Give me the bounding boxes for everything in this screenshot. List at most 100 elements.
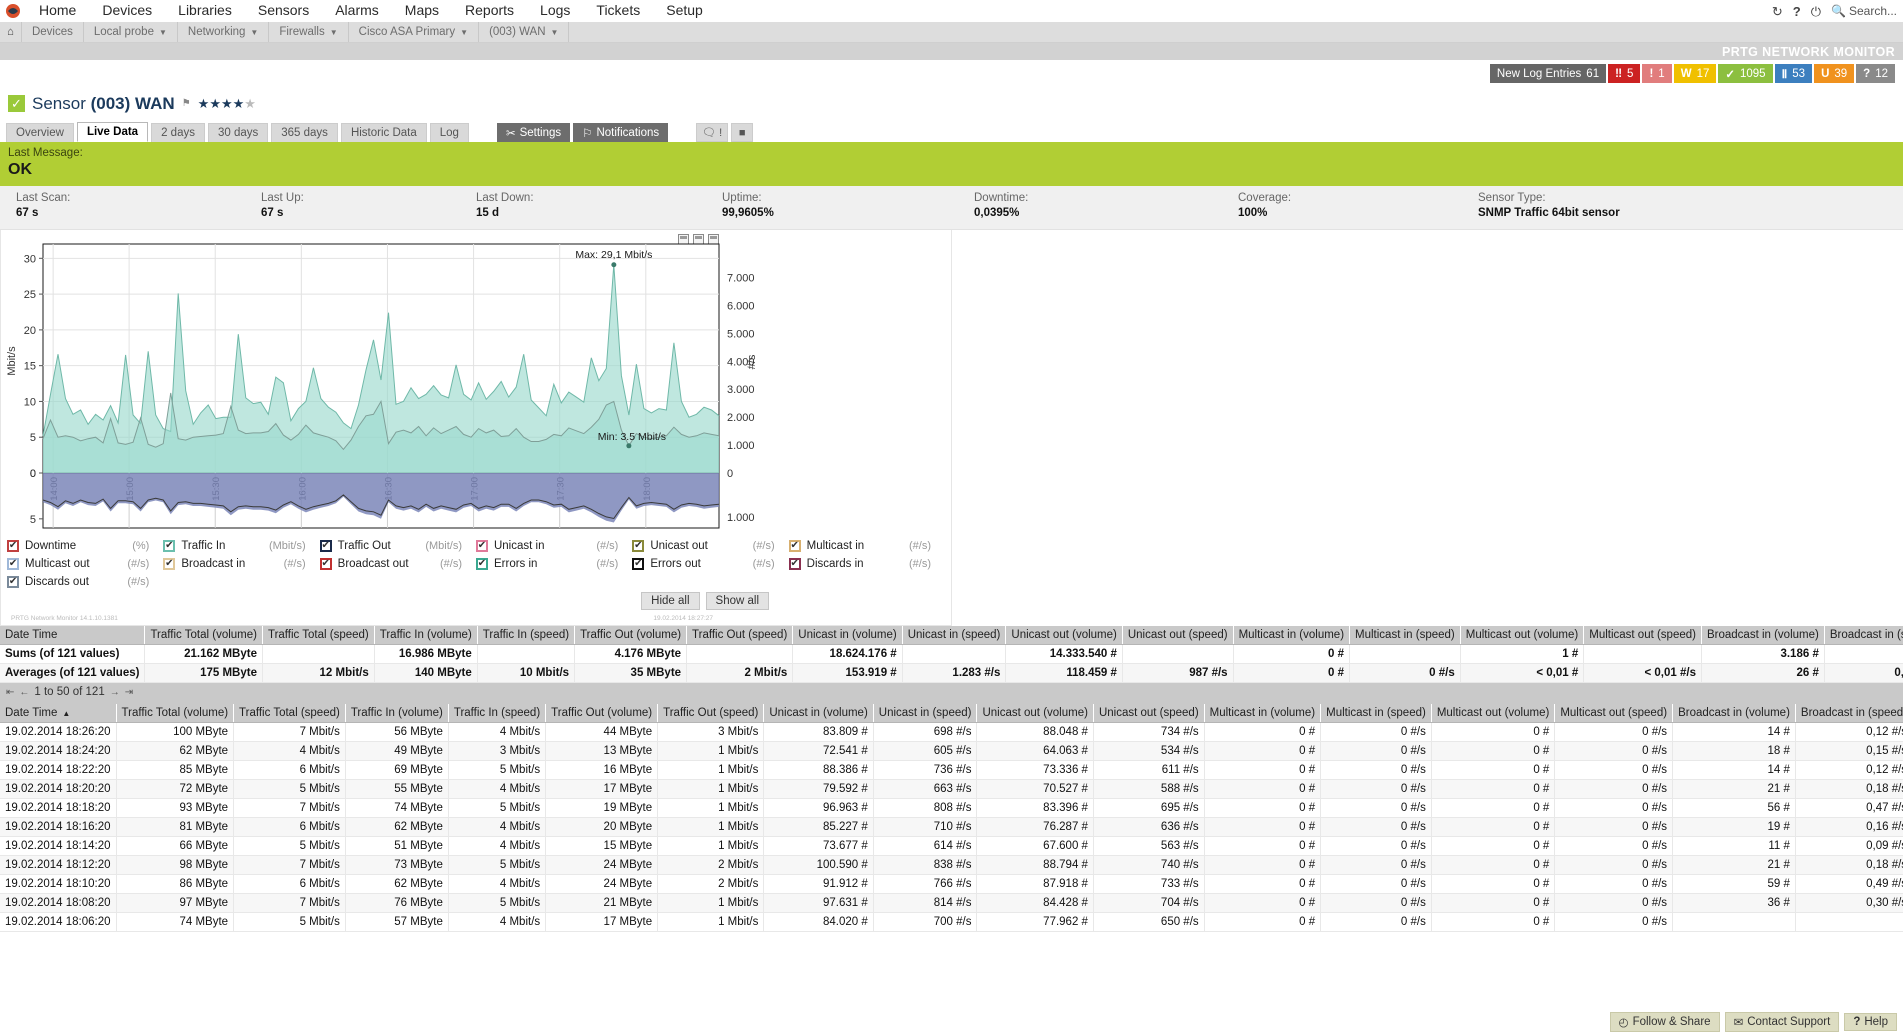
tab-log[interactable]: Log xyxy=(430,123,469,142)
column-header-10[interactable]: Unicast out (speed) xyxy=(1122,626,1233,645)
legend-item-errors-in[interactable]: ✔Errors in(#/s) xyxy=(476,558,632,570)
comment-button[interactable]: 🗨 ! xyxy=(696,123,728,142)
status-badge-paused[interactable]: Ⅱ53 xyxy=(1775,64,1812,83)
column-header-6[interactable]: Traffic Out (speed) xyxy=(658,704,764,723)
column-header-4[interactable]: Traffic In (speed) xyxy=(477,626,574,645)
legend-checkbox[interactable]: ✔ xyxy=(476,558,488,570)
table-row[interactable]: 19.02.2014 18:26:20100 MByte7 Mbit/s56 M… xyxy=(0,723,1903,742)
tab-2-days[interactable]: 2 days xyxy=(151,123,205,142)
legend-checkbox[interactable]: ✔ xyxy=(163,558,175,570)
table-row[interactable]: 19.02.2014 18:16:2081 MByte6 Mbit/s62 MB… xyxy=(0,818,1903,837)
footer-button-help[interactable]: ?Help xyxy=(1844,1013,1897,1031)
legend-item-multicast-out[interactable]: ✔Multicast out(#/s) xyxy=(7,558,163,570)
table-row[interactable]: Averages (of 121 values)175 MByte12 Mbit… xyxy=(0,664,1903,683)
prtg-logo-icon[interactable] xyxy=(0,0,26,22)
column-header-10[interactable]: Unicast out (speed) xyxy=(1093,704,1204,723)
last-page-button[interactable]: ⇥ xyxy=(125,687,133,698)
topnav-item-logs[interactable]: Logs xyxy=(527,0,583,21)
legend-checkbox[interactable]: ✔ xyxy=(7,558,19,570)
footer-button-follow-share[interactable]: ◴Follow & Share xyxy=(1610,1012,1720,1032)
column-header-9[interactable]: Unicast out (volume) xyxy=(977,704,1093,723)
tab-overview[interactable]: Overview xyxy=(6,123,74,142)
column-header-15[interactable]: Broadcast in (volume) xyxy=(1673,704,1796,723)
column-header-12[interactable]: Multicast in (speed) xyxy=(1321,704,1432,723)
column-header-11[interactable]: Multicast in (volume) xyxy=(1233,626,1349,645)
topnav-item-tickets[interactable]: Tickets xyxy=(583,0,653,21)
legend-checkbox[interactable]: ✔ xyxy=(476,540,488,552)
topnav-item-libraries[interactable]: Libraries xyxy=(165,0,245,21)
column-header-0[interactable]: Date Time xyxy=(0,626,145,645)
table-row[interactable]: 19.02.2014 18:12:2098 MByte7 Mbit/s73 MB… xyxy=(0,856,1903,875)
legend-checkbox[interactable]: ✔ xyxy=(7,540,19,552)
column-header-5[interactable]: Traffic Out (volume) xyxy=(575,626,687,645)
table-row[interactable]: 19.02.2014 18:22:2085 MByte6 Mbit/s69 MB… xyxy=(0,761,1903,780)
legend-checkbox[interactable]: ✔ xyxy=(789,558,801,570)
column-header-3[interactable]: Traffic In (volume) xyxy=(345,704,448,723)
column-header-3[interactable]: Traffic In (volume) xyxy=(374,626,477,645)
column-header-5[interactable]: Traffic Out (volume) xyxy=(546,704,658,723)
column-header-14[interactable]: Multicast out (speed) xyxy=(1584,626,1702,645)
status-badge-new-log-entries[interactable]: New Log Entries61 xyxy=(1490,64,1606,83)
hide-all-button[interactable]: Hide all xyxy=(641,592,699,610)
tab-30-days[interactable]: 30 days xyxy=(208,123,268,142)
power-icon[interactable]: ⏻ xyxy=(1811,5,1821,18)
topnav-item-maps[interactable]: Maps xyxy=(392,0,452,21)
star-icon-3[interactable]: ★ xyxy=(221,96,233,111)
column-header-16[interactable]: Broadcast in (speed) xyxy=(1824,626,1903,645)
status-badge-unknown[interactable]: ?12 xyxy=(1856,64,1895,83)
column-header-16[interactable]: Broadcast in (speed) xyxy=(1795,704,1903,723)
breadcrumb-item-5[interactable]: (003) WAN▼ xyxy=(479,22,569,42)
legend-item-downtime[interactable]: ✔Downtime(%) xyxy=(7,540,163,552)
breadcrumb-item-1[interactable]: Local probe▼ xyxy=(84,22,178,42)
breadcrumb-item-4[interactable]: Cisco ASA Primary▼ xyxy=(349,22,479,42)
tab-365-days[interactable]: 365 days xyxy=(271,123,338,142)
footer-button-contact-support[interactable]: ✉Contact Support xyxy=(1725,1012,1840,1032)
column-header-1[interactable]: Traffic Total (volume) xyxy=(145,626,263,645)
priority-stars[interactable]: ★★★★★ xyxy=(198,96,256,112)
refresh-icon[interactable]: ↻ xyxy=(1772,5,1783,18)
column-header-4[interactable]: Traffic In (speed) xyxy=(448,704,545,723)
topnav-item-reports[interactable]: Reports xyxy=(452,0,527,21)
column-header-9[interactable]: Unicast out (volume) xyxy=(1006,626,1122,645)
star-icon-1[interactable]: ★ xyxy=(198,96,210,111)
tab-notifications[interactable]: ⚐ Notifications xyxy=(573,123,668,142)
star-icon-5[interactable]: ★ xyxy=(244,96,256,111)
legend-checkbox[interactable]: ✔ xyxy=(163,540,175,552)
column-header-6[interactable]: Traffic Out (speed) xyxy=(687,626,793,645)
column-header-15[interactable]: Broadcast in (volume) xyxy=(1701,626,1824,645)
help-icon[interactable]: ? xyxy=(1793,5,1801,18)
column-header-14[interactable]: Multicast out (speed) xyxy=(1555,704,1673,723)
legend-item-unicast-in[interactable]: ✔Unicast in(#/s) xyxy=(476,540,632,552)
legend-checkbox[interactable]: ✔ xyxy=(789,540,801,552)
column-header-1[interactable]: Traffic Total (volume) xyxy=(116,704,234,723)
table-row[interactable]: 19.02.2014 18:10:2086 MByte6 Mbit/s62 MB… xyxy=(0,875,1903,894)
column-header-7[interactable]: Unicast in (volume) xyxy=(764,704,873,723)
legend-item-errors-out[interactable]: ✔Errors out(#/s) xyxy=(632,558,788,570)
legend-checkbox[interactable]: ✔ xyxy=(632,540,644,552)
table-row[interactable]: 19.02.2014 18:18:2093 MByte7 Mbit/s74 MB… xyxy=(0,799,1903,818)
column-header-12[interactable]: Multicast in (speed) xyxy=(1350,626,1461,645)
status-badge-unusual[interactable]: U39 xyxy=(1814,64,1854,83)
column-header-8[interactable]: Unicast in (speed) xyxy=(902,626,1006,645)
column-header-11[interactable]: Multicast in (volume) xyxy=(1204,704,1320,723)
legend-item-broadcast-in[interactable]: ✔Broadcast in(#/s) xyxy=(163,558,319,570)
status-badge-down-acknowledged[interactable]: !1 xyxy=(1642,64,1671,83)
legend-item-broadcast-out[interactable]: ✔Broadcast out(#/s) xyxy=(320,558,476,570)
show-all-button[interactable]: Show all xyxy=(706,592,769,610)
column-header-0[interactable]: Date Time▲ xyxy=(0,704,116,723)
topnav-item-setup[interactable]: Setup xyxy=(653,0,716,21)
column-header-13[interactable]: Multicast out (volume) xyxy=(1460,626,1583,645)
legend-checkbox[interactable]: ✔ xyxy=(320,540,332,552)
status-badge-warning[interactable]: W17 xyxy=(1674,64,1717,83)
breadcrumb-item-2[interactable]: Networking▼ xyxy=(178,22,269,42)
column-header-7[interactable]: Unicast in (volume) xyxy=(793,626,902,645)
search-input[interactable]: 🔍 Search... xyxy=(1831,4,1897,18)
pause-button[interactable]: ■ xyxy=(731,123,753,142)
tab-settings[interactable]: ✂ Settings xyxy=(497,123,570,142)
prev-page-button[interactable]: ← xyxy=(19,687,29,698)
legend-checkbox[interactable]: ✔ xyxy=(7,576,19,588)
legend-item-traffic-out[interactable]: ✔Traffic Out(Mbit/s) xyxy=(320,540,476,552)
legend-checkbox[interactable]: ✔ xyxy=(632,558,644,570)
column-header-2[interactable]: Traffic Total (speed) xyxy=(234,704,346,723)
breadcrumb-item-3[interactable]: Firewalls▼ xyxy=(269,22,348,42)
